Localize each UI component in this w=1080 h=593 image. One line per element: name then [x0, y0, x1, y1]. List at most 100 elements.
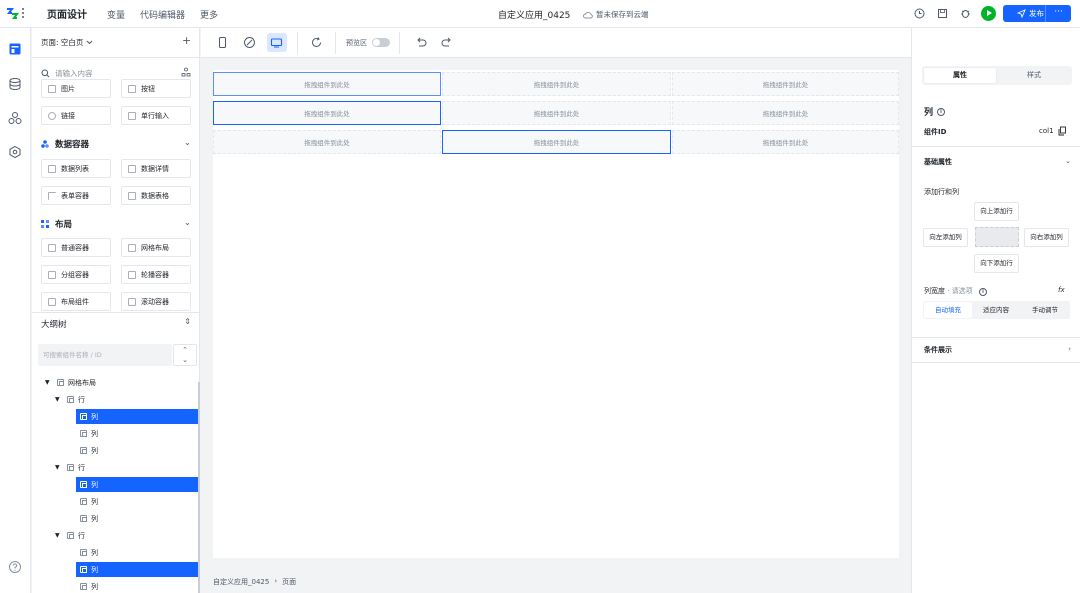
- save-icon[interactable]: [936, 7, 949, 20]
- formula-button[interactable]: fx: [1058, 286, 1065, 294]
- tree-node-col[interactable]: 列: [76, 511, 199, 526]
- tree-node-col[interactable]: 列: [76, 477, 199, 492]
- page-selector[interactable]: 页面: 空白页: [41, 37, 93, 48]
- redo-icon[interactable]: [440, 36, 453, 49]
- component-link[interactable]: 链接: [41, 106, 111, 125]
- app-logo-icon[interactable]: [5, 7, 19, 20]
- tree-node-col[interactable]: 列: [76, 545, 199, 560]
- tab-properties[interactable]: 属性: [924, 68, 996, 83]
- tree-node-col[interactable]: 列: [76, 579, 199, 593]
- width-option-fit-content[interactable]: 适应内容: [972, 302, 1020, 318]
- tree-node-label: 列: [91, 565, 98, 574]
- tree-node-col[interactable]: 列: [76, 426, 199, 441]
- add-row-above-button[interactable]: 向上添加行: [974, 202, 1019, 221]
- tab-page-design[interactable]: 页面设计: [47, 6, 87, 21]
- history-icon[interactable]: [913, 7, 926, 20]
- section-basic-properties[interactable]: 基础属性 ⌄: [924, 157, 1071, 167]
- width-option-manual[interactable]: 手动调节: [1021, 302, 1069, 318]
- form-icon: [48, 191, 56, 200]
- collapse-toggle-icon[interactable]: ⇕: [184, 317, 191, 326]
- tablet-view-icon[interactable]: [243, 36, 256, 49]
- component-scroll-container[interactable]: 滚动容器: [121, 292, 191, 311]
- component-carousel-container[interactable]: 轮播容器: [121, 265, 191, 284]
- component-form-container[interactable]: 表单容器: [41, 186, 111, 205]
- pages-icon[interactable]: [8, 42, 22, 56]
- component-data-table[interactable]: 数据表格: [121, 186, 191, 205]
- mobile-view-icon[interactable]: [216, 36, 229, 49]
- component-label: 按钮: [141, 84, 155, 93]
- drop-zone-cell[interactable]: 拖拽组件到此处: [213, 72, 441, 96]
- drop-zone-cell[interactable]: 拖拽组件到此处: [442, 72, 671, 96]
- component-layout-block[interactable]: 布局组件: [41, 292, 111, 311]
- component-search-input[interactable]: 请输入内容: [41, 66, 191, 80]
- tree-node-col[interactable]: 列: [76, 494, 199, 509]
- component-label: 网格布局: [141, 243, 169, 252]
- add-col-right-button[interactable]: 向右添加列: [1024, 228, 1069, 247]
- desktop-view-icon[interactable]: [270, 36, 283, 49]
- help-icon[interactable]: [8, 560, 22, 574]
- tab-code-editor[interactable]: 代码编辑器: [140, 8, 185, 21]
- run-button[interactable]: [981, 6, 996, 21]
- tab-styles[interactable]: 样式: [998, 68, 1070, 83]
- outline-stepper[interactable]: ⌃ ⌄: [173, 344, 197, 366]
- drop-zone-cell[interactable]: 拖拽组件到此处: [213, 101, 441, 125]
- tree-node-row[interactable]: ▼ 行: [55, 392, 195, 407]
- drop-zone-cell[interactable]: 拖拽组件到此处: [672, 130, 899, 154]
- breadcrumb-app[interactable]: 自定义应用_0425: [213, 577, 269, 587]
- undo-icon[interactable]: [415, 36, 428, 49]
- breadcrumb: 自定义应用_0425 › 页面: [213, 577, 296, 587]
- drop-zone-cell[interactable]: 拖拽组件到此处: [672, 72, 899, 96]
- cloud-icon: [583, 11, 593, 18]
- copy-icon[interactable]: [1058, 126, 1067, 136]
- app-menu-icon[interactable]: [22, 8, 25, 20]
- component-button[interactable]: 按钮: [121, 79, 191, 98]
- caret-down-icon[interactable]: ▼: [45, 379, 53, 386]
- settings-icon[interactable]: [8, 145, 22, 159]
- caret-down-icon[interactable]: ▼: [55, 464, 63, 471]
- drop-zone-cell[interactable]: 拖拽组件到此处: [442, 101, 671, 125]
- section-data-containers[interactable]: 数据容器 ⌄: [41, 138, 191, 150]
- tree-view-icon[interactable]: [181, 67, 191, 77]
- add-col-left-button[interactable]: 向左添加列: [923, 228, 968, 247]
- refresh-icon[interactable]: [310, 36, 323, 49]
- tree-node-col[interactable]: 列: [76, 443, 199, 458]
- tab-variables[interactable]: 变量: [107, 8, 125, 21]
- info-icon[interactable]: i: [978, 288, 987, 296]
- section-conditional-display[interactable]: 条件展示 ›: [924, 345, 1071, 355]
- components-icon[interactable]: [8, 111, 22, 125]
- width-option-auto-fill[interactable]: 自动填充: [924, 302, 972, 318]
- component-data-detail[interactable]: 数据详情: [121, 159, 191, 178]
- component-data-list[interactable]: 数据列表: [41, 159, 111, 178]
- component-text-input[interactable]: 单行输入: [121, 106, 191, 125]
- caret-down-icon[interactable]: ▼: [55, 396, 63, 403]
- tab-more[interactable]: 更多: [200, 8, 218, 21]
- tree-node-row[interactable]: ▼ 行: [55, 528, 195, 543]
- outline-tree-header[interactable]: 大纲树 ⇕: [41, 317, 191, 330]
- publish-more-button[interactable]: ···: [1045, 5, 1071, 22]
- info-icon[interactable]: i: [937, 107, 946, 116]
- outline-search-input[interactable]: 可搜索组件名称 / ID: [38, 344, 172, 366]
- design-canvas[interactable]: 拖拽组件到此处 拖拽组件到此处 拖拽组件到此处 拖拽组件到此处 拖拽组件到此处 …: [213, 70, 899, 558]
- drop-zone-cell[interactable]: 拖拽组件到此处: [442, 130, 671, 154]
- tree-node-col[interactable]: 列: [76, 562, 199, 577]
- debug-icon[interactable]: [959, 7, 972, 20]
- breadcrumb-page[interactable]: 页面: [282, 577, 296, 587]
- outline-title: 大纲树: [41, 320, 67, 330]
- database-icon[interactable]: [8, 77, 22, 91]
- caret-down-icon[interactable]: ▼: [55, 532, 63, 539]
- component-grid-layout[interactable]: 网格布局: [121, 238, 191, 257]
- drop-zone-cell[interactable]: 拖拽组件到此处: [213, 130, 441, 154]
- component-group-container[interactable]: 分组容器: [41, 265, 111, 284]
- section-layout[interactable]: 布局 ⌄: [41, 218, 191, 230]
- tree-node-grid-layout[interactable]: ▼ 网格布局: [45, 375, 195, 390]
- scrollbar[interactable]: [198, 382, 200, 593]
- tree-node-col[interactable]: 列: [76, 409, 199, 424]
- component-label: 滚动容器: [141, 297, 169, 306]
- add-page-button[interactable]: +: [182, 34, 191, 47]
- add-row-below-button[interactable]: 向下添加行: [974, 254, 1019, 273]
- component-basic-container[interactable]: 普通容器: [41, 238, 111, 257]
- tree-node-row[interactable]: ▼ 行: [55, 460, 195, 475]
- preview-toggle[interactable]: [372, 38, 390, 47]
- drop-zone-cell[interactable]: 拖拽组件到此处: [672, 101, 899, 125]
- component-image[interactable]: 图片: [41, 79, 111, 98]
